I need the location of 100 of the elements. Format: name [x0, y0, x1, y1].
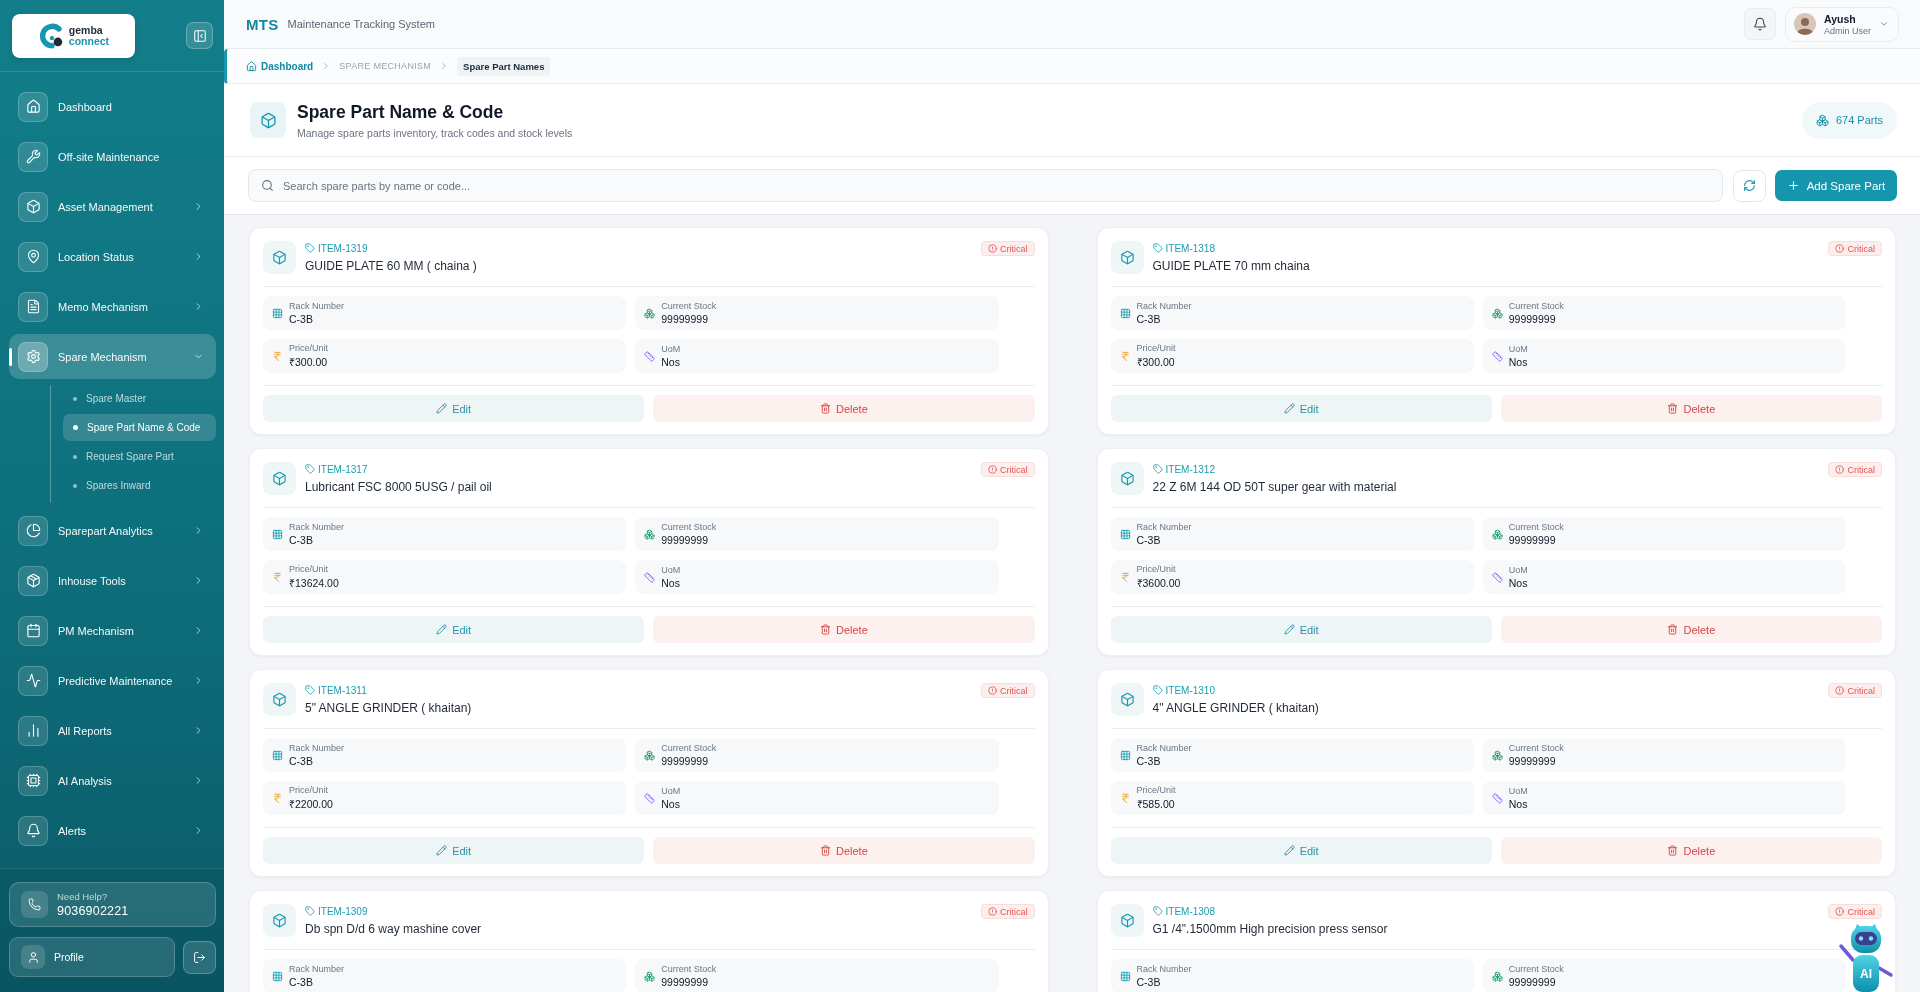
field-label: Current Stock: [661, 964, 717, 974]
cube-icon: [263, 462, 296, 495]
bullet-icon: [73, 425, 78, 430]
delete-button[interactable]: Delete: [653, 395, 1035, 422]
user-menu-button[interactable]: Ayush Admin User: [1785, 6, 1899, 42]
package-icon: [18, 565, 48, 596]
search-field[interactable]: Search spare parts by name or code...: [248, 169, 1723, 202]
status-text: Critical: [1847, 464, 1875, 475]
delete-button[interactable]: Delete: [653, 837, 1035, 864]
field-value: C-3B: [1136, 313, 1162, 325]
pencil-icon: [436, 403, 448, 414]
bar-chart-icon: [18, 715, 48, 746]
notifications-button[interactable]: [1744, 8, 1776, 40]
boxes-icon: [644, 749, 656, 761]
profile-button[interactable]: Profile: [9, 937, 175, 977]
edit-button[interactable]: Edit: [263, 395, 645, 422]
delete-button[interactable]: Delete: [1500, 616, 1882, 643]
delete-button[interactable]: Delete: [653, 616, 1035, 643]
field-value: 99999999: [1508, 313, 1557, 325]
alert-icon: [988, 686, 997, 695]
ai-assistant-button[interactable]: AI: [1836, 922, 1896, 992]
trash-icon: [1667, 845, 1679, 856]
boxes-icon: [1491, 970, 1503, 982]
field-label: Rack Number: [1136, 743, 1192, 753]
edit-button[interactable]: Edit: [1110, 616, 1492, 643]
edit-button[interactable]: Edit: [263, 616, 645, 643]
sidebar-item[interactable]: Alerts: [9, 808, 216, 853]
field-label: UoM: [661, 344, 681, 354]
logout-icon: [193, 950, 206, 964]
edit-button[interactable]: Edit: [1110, 837, 1492, 864]
tag-icon: [305, 906, 315, 916]
boxes-icon: [644, 970, 656, 982]
submenu-item[interactable]: Request Spare Part: [63, 443, 216, 470]
sidebar-item[interactable]: Inhouse Tools: [9, 558, 216, 603]
sidebar-item[interactable]: Dashboard: [9, 84, 216, 129]
field-value: Nos: [661, 577, 681, 589]
sidebar-item[interactable]: Location Status: [9, 234, 216, 279]
sidebar-item[interactable]: All Reports: [9, 708, 216, 753]
pencil-icon: [1283, 845, 1295, 856]
sidebar-item[interactable]: AI Analysis: [9, 758, 216, 803]
avatar-icon: [1794, 13, 1816, 35]
field-label: Current Stock: [1508, 522, 1564, 532]
field-label: Current Stock: [661, 743, 717, 753]
status-text: Critical: [1000, 243, 1028, 254]
sidebar-item[interactable]: Asset Management: [9, 184, 216, 229]
grid-icon: [1119, 749, 1131, 761]
status-text: Critical: [1847, 243, 1875, 254]
field-label: Rack Number: [289, 522, 344, 532]
edit-button[interactable]: Edit: [1110, 395, 1492, 422]
field-value: 99999999: [661, 976, 709, 988]
alert-icon: [988, 465, 997, 474]
rupee-icon: [272, 792, 283, 804]
cube-icon: [18, 191, 48, 222]
ruler-icon: [1491, 350, 1503, 362]
cube-icon: [263, 904, 296, 937]
cube-icon: [250, 102, 286, 138]
field-label: UoM: [661, 565, 681, 575]
edit-button[interactable]: Edit: [263, 837, 645, 864]
field-value: C-3B: [289, 755, 314, 767]
chevron-down-icon: [1879, 19, 1889, 29]
sidebar-item[interactable]: PM Mechanism: [9, 608, 216, 653]
submenu-item[interactable]: Spare Master: [63, 385, 216, 412]
sidebar-item[interactable]: Spare Mechanism: [9, 334, 216, 379]
item-code: ITEM-1311: [318, 684, 367, 696]
breadcrumb-link[interactable]: Dashboard: [246, 60, 314, 72]
sidebar-item[interactable]: Off-site Maintenance: [9, 134, 216, 179]
sidebar-item[interactable]: Sparepart Analytics: [9, 508, 216, 553]
item-code: ITEM-1317: [318, 463, 368, 475]
field-label: Rack Number: [289, 964, 344, 974]
logout-button[interactable]: [183, 940, 216, 974]
submenu-item[interactable]: Spares Inward: [63, 472, 216, 499]
submenu-item[interactable]: Spare Part Name & Code: [63, 414, 216, 441]
help-phone-number: 9036902221: [57, 904, 129, 918]
field-label: Rack Number: [1136, 964, 1192, 974]
delete-button[interactable]: Delete: [1500, 837, 1882, 864]
bell-icon: [1753, 17, 1767, 31]
grid-icon: [272, 528, 283, 540]
trash-icon: [1667, 624, 1679, 635]
tag-icon: [305, 464, 315, 474]
item-code: ITEM-1312: [1165, 463, 1215, 475]
field-label: Current Stock: [1508, 743, 1564, 753]
sidebar-item[interactable]: Predictive Maintenance: [9, 658, 216, 703]
help-label: Need Help?: [57, 891, 109, 902]
field-label: Current Stock: [661, 301, 717, 311]
add-spare-part-button[interactable]: Add Spare Part: [1775, 170, 1897, 201]
house-icon: [18, 91, 48, 122]
field-value: ₹300.00: [1136, 355, 1176, 369]
part-name: 22 Z 6M 144 OD 50T super gear with material: [1152, 479, 1397, 494]
field-value: ₹2200.00: [289, 797, 333, 811]
collapse-sidebar-button[interactable]: [186, 22, 213, 49]
help-card[interactable]: Need Help? 9036902221: [9, 882, 216, 927]
field-label: UoM: [661, 786, 681, 796]
field-value: C-3B: [1136, 755, 1162, 767]
sidebar-item[interactable]: Memo Mechanism: [9, 284, 216, 329]
field-value: Nos: [1508, 577, 1528, 589]
panel-left-icon: [192, 28, 207, 43]
refresh-button[interactable]: [1733, 169, 1766, 202]
field-label: UoM: [1508, 786, 1528, 796]
delete-button[interactable]: Delete: [1500, 395, 1882, 422]
rupee-icon: [1119, 571, 1131, 583]
